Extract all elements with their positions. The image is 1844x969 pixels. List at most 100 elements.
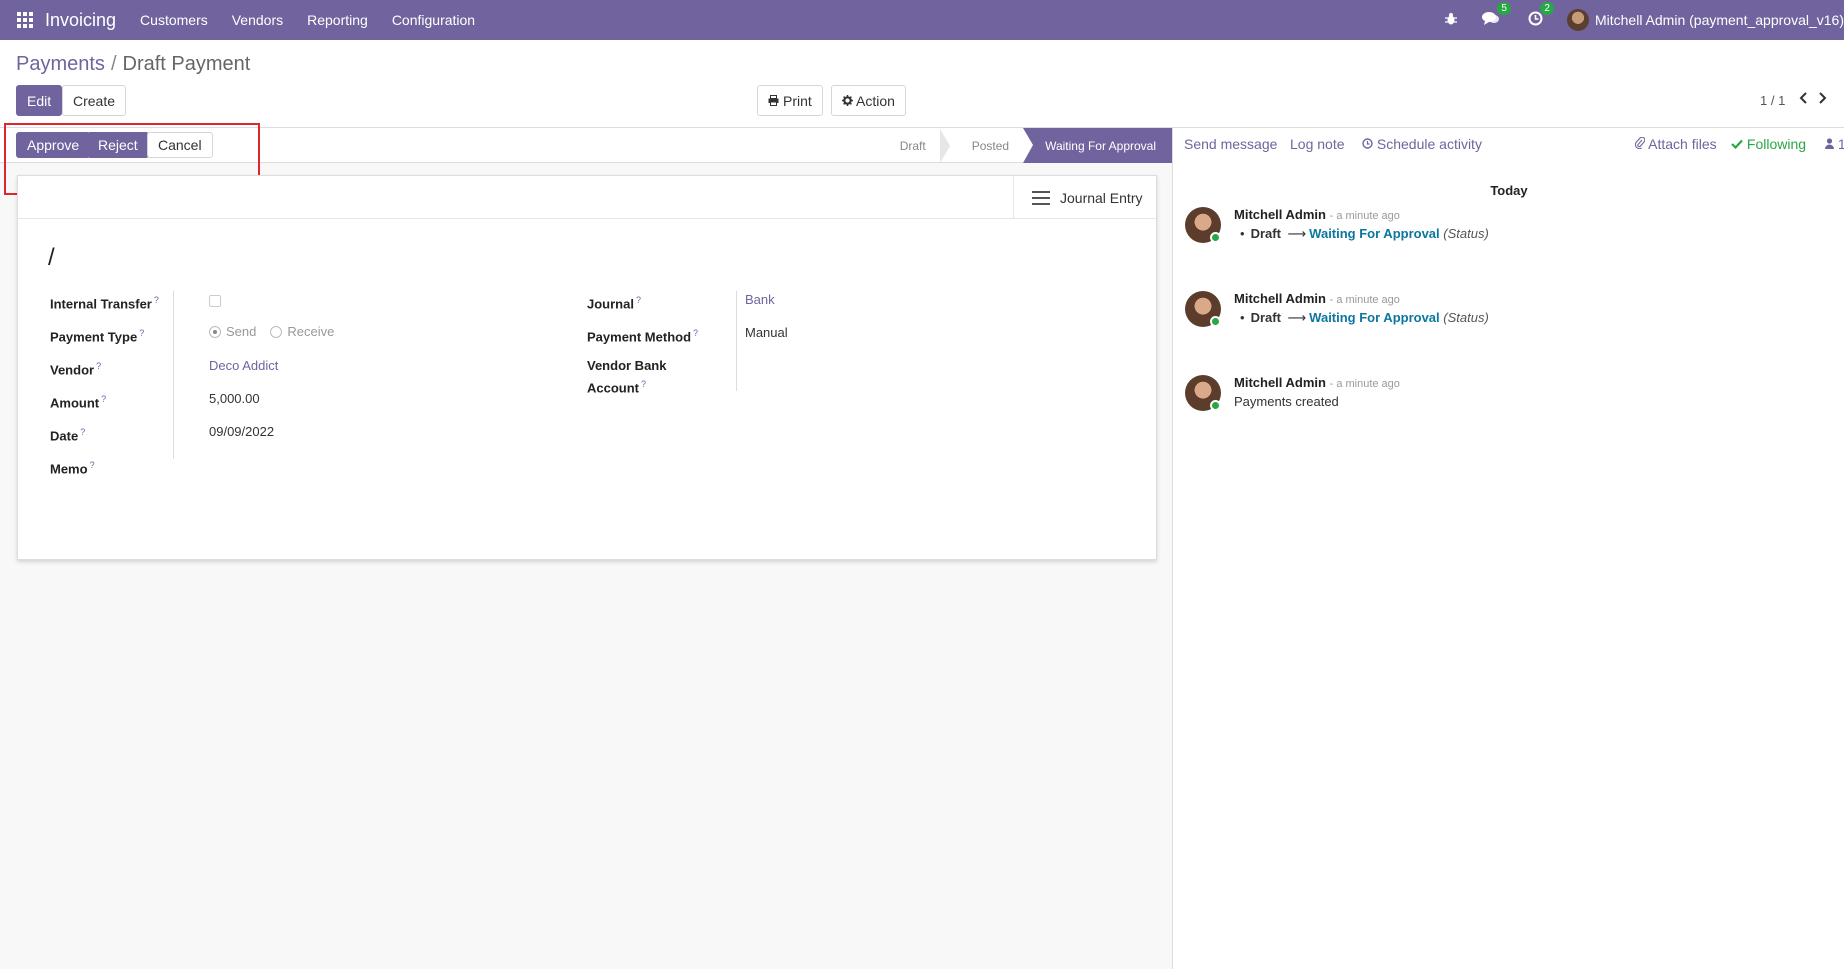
payment-method-value: Manual — [745, 325, 788, 340]
gear-icon — [842, 93, 853, 109]
label-journal: Journal? — [587, 295, 641, 312]
apps-menu-icon[interactable] — [17, 12, 33, 28]
pager-previous-icon[interactable] — [1799, 91, 1808, 109]
pager: 1 / 1 — [1760, 91, 1827, 109]
label-payment-method: Payment Method? — [587, 328, 699, 345]
help-icon[interactable]: ? — [693, 328, 698, 338]
top-navbar: Invoicing Customers Vendors Reporting Co… — [0, 0, 1844, 40]
form-view: Approve Reject Cancel Draft Posted Waiti… — [0, 123, 1172, 969]
chatter-topbar: Send message Log note Schedule activity … — [1173, 128, 1844, 158]
tracking-field-name: (Status) — [1443, 310, 1489, 325]
help-icon[interactable]: ? — [80, 427, 85, 437]
app-name[interactable]: Invoicing — [45, 10, 116, 31]
tracking-field-name: (Status) — [1443, 226, 1489, 241]
following-button[interactable]: Following — [1731, 136, 1806, 152]
right-group-divider — [736, 291, 737, 391]
help-icon[interactable]: ? — [154, 295, 159, 305]
message-text: Payments created — [1234, 394, 1339, 409]
chatter-message: Mitchell Admin - a minute ago • Draft ⟶ Wa… — [1185, 291, 1825, 331]
help-icon[interactable]: ? — [96, 361, 101, 371]
label-internal-transfer: Internal Transfer? — [50, 295, 159, 312]
breadcrumb-current: Draft Payment — [122, 53, 251, 75]
status-step-separator — [939, 128, 950, 163]
help-icon[interactable]: ? — [636, 295, 641, 305]
chatter-message: Mitchell Admin - a minute ago • Draft ⟶ Wa… — [1185, 207, 1825, 247]
status-bar: Approve Reject Cancel Draft Posted Waiti… — [0, 128, 1172, 163]
approve-button[interactable]: Approve — [16, 132, 91, 158]
tracking-new-value: Waiting For Approval — [1309, 226, 1440, 241]
status-step-posted: Posted — [971, 138, 1010, 153]
journal-value[interactable]: Bank — [745, 292, 775, 307]
pager-next-icon[interactable] — [1818, 91, 1827, 109]
paperclip-icon — [1634, 136, 1648, 152]
messages-icon[interactable]: 5 — [1481, 2, 1511, 29]
label-vendor-bank-account: Vendor Bank Account? — [587, 358, 667, 396]
attach-files-button[interactable]: Attach files — [1634, 136, 1717, 152]
button-box: Journal Entry — [18, 176, 1156, 219]
tracking-value: • Draft ⟶ Waiting For Approval (Status) — [1234, 310, 1489, 326]
record-name: / — [48, 244, 55, 271]
label-payment-type: Payment Type? — [50, 328, 145, 345]
followers-button[interactable]: 1 — [1825, 136, 1844, 152]
radio-send[interactable]: Send — [209, 324, 256, 339]
message-time: - a minute ago — [1329, 378, 1400, 390]
journal-entry-button[interactable]: Journal Entry — [1013, 176, 1156, 219]
message-author: Mitchell Admin - a minute ago — [1234, 291, 1400, 306]
action-button[interactable]: Action — [831, 85, 906, 116]
radio-send-circle[interactable] — [209, 325, 221, 338]
bullet-icon: • — [1240, 226, 1245, 241]
message-author: Mitchell Admin - a minute ago — [1234, 375, 1400, 390]
breadcrumb-separator: / — [110, 53, 117, 75]
menu-vendors[interactable]: Vendors — [232, 12, 283, 28]
debug-bug-icon[interactable] — [1444, 12, 1458, 29]
tracking-old-value: Draft — [1250, 226, 1281, 241]
clock-icon — [1362, 136, 1377, 152]
menu-reporting[interactable]: Reporting — [307, 12, 368, 28]
status-step-waiting-for-approval: Waiting For Approval — [1023, 128, 1172, 163]
print-button[interactable]: Print — [757, 85, 823, 116]
user-avatar[interactable] — [1566, 9, 1589, 31]
activities-badge: 2 — [1540, 2, 1554, 15]
left-group-divider — [173, 291, 174, 459]
message-author: Mitchell Admin - a minute ago — [1234, 207, 1400, 222]
amount-value: 5,000.00 — [209, 391, 260, 406]
label-amount: Amount? — [50, 394, 107, 411]
vendor-value[interactable]: Deco Addict — [209, 358, 278, 373]
label-date: Date? — [50, 427, 86, 444]
cancel-button[interactable]: Cancel — [147, 132, 213, 158]
internal-transfer-checkbox[interactable] — [209, 295, 221, 307]
user-menu[interactable]: Mitchell Admin (payment_approval_v16) — [1595, 12, 1844, 28]
menu-configuration[interactable]: Configuration — [392, 12, 475, 28]
form-sheet: Journal Entry / Internal Transfer? Payme… — [17, 175, 1157, 560]
radio-receive[interactable]: Receive — [270, 324, 334, 339]
schedule-activity-button[interactable]: Schedule activity — [1362, 136, 1482, 152]
arrow-right-icon: ⟶ — [1287, 310, 1307, 325]
create-button[interactable]: Create — [62, 85, 127, 116]
user-icon — [1825, 136, 1838, 152]
help-icon[interactable]: ? — [139, 328, 144, 338]
send-message-button[interactable]: Send message — [1184, 136, 1277, 152]
chatter-message: Mitchell Admin - a minute ago Payments c… — [1185, 375, 1825, 415]
radio-receive-circle[interactable] — [270, 325, 283, 338]
log-note-button[interactable]: Log note — [1290, 136, 1345, 152]
status-steps: Draft Posted Waiting For Approval — [878, 128, 1172, 163]
online-status-icon — [1210, 232, 1221, 243]
edit-button[interactable]: Edit — [16, 85, 63, 116]
activities-clock-icon[interactable]: 2 — [1528, 2, 1554, 29]
chatter-panel: Send message Log note Schedule activity … — [1172, 127, 1844, 969]
breadcrumb: Payments / Draft Payment — [16, 53, 250, 76]
label-memo: Memo? — [50, 460, 95, 477]
tracking-value: • Draft ⟶ Waiting For Approval (Status) — [1234, 226, 1489, 242]
help-icon[interactable]: ? — [101, 394, 106, 404]
help-icon[interactable]: ? — [90, 460, 95, 470]
journal-entry-label: Journal Entry — [1060, 189, 1143, 206]
label-vendor: Vendor? — [50, 361, 102, 378]
menu-customers[interactable]: Customers — [140, 12, 208, 28]
pager-value[interactable]: 1 / 1 — [1760, 93, 1785, 108]
tracking-new-value: Waiting For Approval — [1309, 310, 1440, 325]
reject-button[interactable]: Reject — [87, 132, 149, 158]
help-icon[interactable]: ? — [641, 379, 646, 389]
breadcrumb-payments[interactable]: Payments — [16, 53, 105, 75]
printer-icon — [768, 93, 779, 109]
check-icon — [1731, 136, 1747, 152]
